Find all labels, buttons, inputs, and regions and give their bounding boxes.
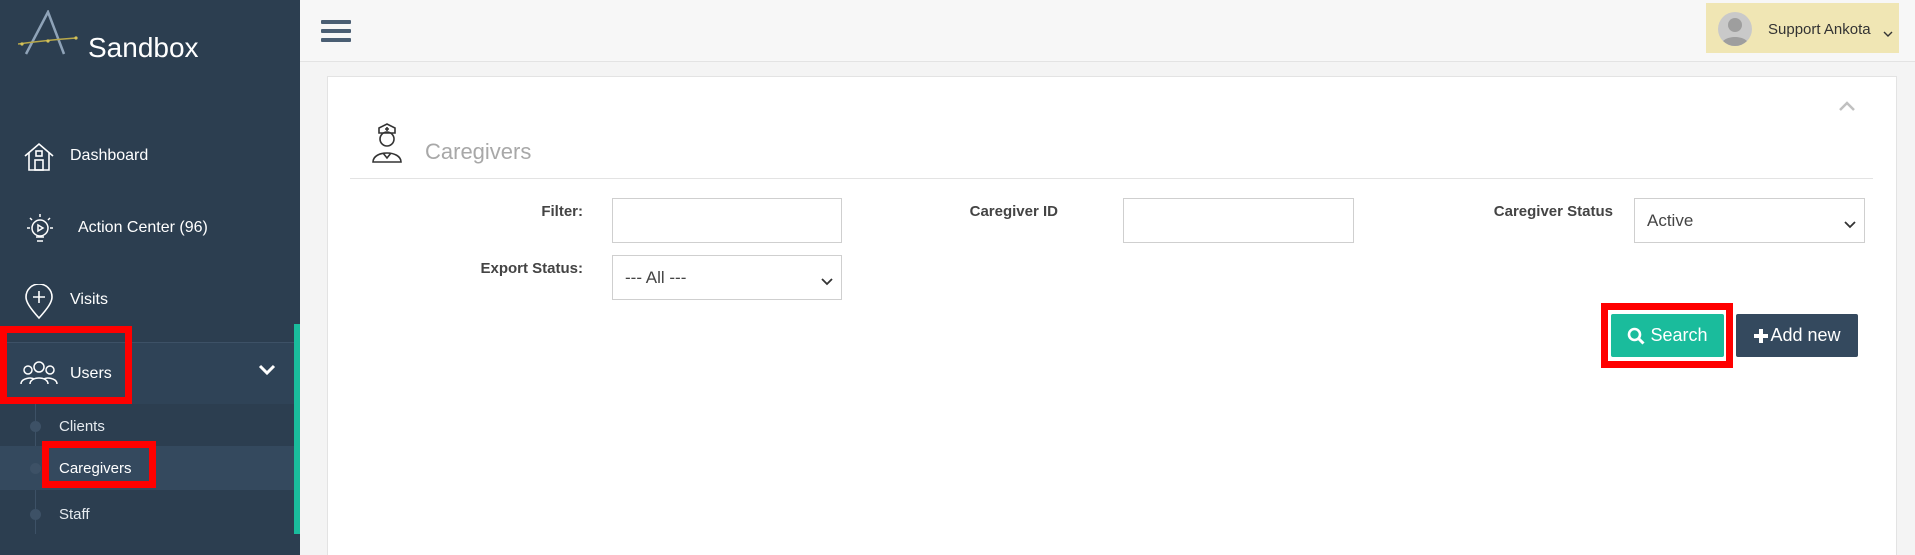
- chevron-down-icon: [1844, 214, 1856, 234]
- page-title: Caregivers: [425, 139, 532, 164]
- export-status-select[interactable]: --- All ---: [612, 255, 842, 300]
- filter-input[interactable]: [612, 198, 842, 243]
- sidebar-subitem-label: Clients: [59, 417, 105, 435]
- menu-toggle-icon[interactable]: [321, 20, 351, 46]
- chevron-down-icon[interactable]: [258, 363, 276, 381]
- add-new-button[interactable]: Add new: [1736, 314, 1858, 357]
- user-menu[interactable]: Support Ankota: [1706, 3, 1899, 53]
- bullet-icon: [30, 508, 41, 520]
- chevron-down-icon: [821, 271, 833, 291]
- lightbulb-icon: [22, 212, 54, 244]
- caregiver-id-label: Caregiver ID: [969, 203, 1058, 220]
- select-value: --- All ---: [625, 267, 687, 287]
- sidebar-item-label: Action Center (96): [78, 219, 208, 236]
- user-name: Support Ankota: [1768, 21, 1871, 38]
- chevron-up-icon[interactable]: [1838, 99, 1856, 117]
- sidebar-item-dashboard[interactable]: Dashboard: [0, 126, 300, 186]
- sidebar-item-label: Dashboard: [70, 147, 149, 164]
- location-plus-icon: [22, 283, 54, 320]
- brand-name[interactable]: Sandbox: [88, 32, 199, 64]
- add-new-button-label: Add new: [1770, 325, 1841, 345]
- highlight-caregivers: [42, 441, 156, 488]
- chevron-down-icon: [1883, 25, 1893, 43]
- divider: [350, 178, 1873, 179]
- caregiver-status-select[interactable]: Active: [1634, 198, 1865, 243]
- sidebar-item-visits[interactable]: Visits: [0, 270, 300, 330]
- sidebar-subitem-staff[interactable]: Staff: [0, 492, 294, 536]
- bullet-icon: [30, 462, 41, 474]
- sidebar-subitem-label: Staff: [59, 505, 90, 523]
- select-value: Active: [1647, 210, 1694, 230]
- top-bar: Support Ankota: [300, 0, 1915, 62]
- filter-label: Filter:: [541, 203, 583, 220]
- active-accent-bar: [294, 324, 300, 534]
- avatar: [1718, 12, 1752, 46]
- plus-icon: [1753, 328, 1769, 344]
- caregiver-id-input[interactable]: [1123, 198, 1354, 243]
- bullet-icon: [30, 420, 41, 432]
- highlight-users: [0, 326, 132, 404]
- highlight-search: [1601, 303, 1733, 368]
- home-icon: [22, 140, 54, 172]
- sidebar-item-action-center[interactable]: Action Center (96): [0, 198, 300, 258]
- caregiver-status-label: Caregiver Status: [1493, 203, 1613, 220]
- caregiver-icon: [371, 122, 403, 169]
- sidebar-item-label: Visits: [70, 291, 108, 308]
- export-status-label: Export Status:: [480, 260, 583, 277]
- logo-icon: [17, 8, 82, 61]
